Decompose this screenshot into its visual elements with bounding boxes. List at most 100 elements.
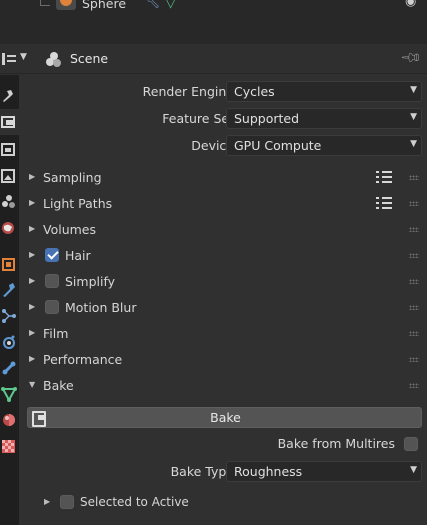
panel-title-sampling: Sampling bbox=[43, 170, 102, 185]
drag-handle-icon[interactable] bbox=[409, 175, 419, 180]
feature-set-dropdown[interactable]: Supported ▼ bbox=[226, 108, 422, 129]
disclosure-triangle-icon: ▶ bbox=[29, 224, 36, 233]
drag-handle-icon[interactable] bbox=[409, 383, 419, 388]
render-icon bbox=[1, 114, 15, 128]
drag-handle-icon[interactable] bbox=[409, 357, 419, 362]
feature-set-value: Supported bbox=[234, 111, 300, 126]
tab-view-layer[interactable] bbox=[0, 163, 19, 189]
properties-editor-icon bbox=[2, 53, 16, 65]
bake-from-multires-checkbox[interactable] bbox=[404, 437, 418, 451]
panel-title-film: Film bbox=[43, 326, 69, 341]
object-icon bbox=[1, 256, 15, 271]
constraints-icon bbox=[1, 360, 16, 375]
tab-render[interactable] bbox=[0, 109, 20, 135]
tab-output[interactable] bbox=[0, 137, 19, 163]
panel-volumes[interactable]: ▶ Volumes bbox=[19, 217, 427, 243]
panel-film[interactable]: ▶ Film bbox=[19, 321, 427, 347]
chevron-down-icon: ▼ bbox=[410, 465, 417, 475]
render-engine-dropdown[interactable]: Cycles ▼ bbox=[226, 81, 422, 102]
bake-button[interactable]: Bake bbox=[27, 407, 422, 428]
tab-texture[interactable] bbox=[0, 433, 19, 459]
device-row: Device GPU Compute ▼ bbox=[19, 135, 427, 157]
properties-header: ▼ Scene 📌︎ bbox=[0, 44, 427, 74]
panel-motion-blur[interactable]: ▶ Motion Blur bbox=[19, 295, 427, 321]
subpanel-selected-to-active[interactable]: ▶ Selected to Active bbox=[19, 493, 427, 515]
tab-tool[interactable] bbox=[0, 83, 19, 109]
panel-title-hair: Hair bbox=[65, 248, 91, 263]
feature-set-row: Feature Set Supported ▼ bbox=[19, 108, 427, 130]
bake-type-label: Bake Type bbox=[170, 464, 234, 479]
tree-connector bbox=[40, 0, 50, 6]
panel-bake[interactable]: ▼ Bake bbox=[19, 373, 427, 399]
panel-hair[interactable]: ▶ Hair bbox=[19, 243, 427, 269]
outliner-object-name[interactable]: Sphere bbox=[82, 0, 126, 11]
drag-handle-icon[interactable] bbox=[409, 305, 419, 310]
motion-blur-checkbox[interactable] bbox=[45, 300, 59, 314]
world-icon bbox=[1, 220, 15, 234]
chevron-down-icon: ▼ bbox=[410, 112, 417, 122]
render-engine-value: Cycles bbox=[234, 84, 275, 99]
device-value: GPU Compute bbox=[234, 138, 322, 153]
drag-handle-icon[interactable] bbox=[409, 279, 419, 284]
properties-tab-bar bbox=[0, 75, 20, 525]
tab-physics[interactable] bbox=[0, 329, 19, 355]
mesh-data-icon[interactable]: ▽ bbox=[166, 0, 180, 10]
disclosure-triangle-icon: ▶ bbox=[29, 276, 36, 285]
drag-handle-icon[interactable] bbox=[409, 201, 419, 206]
tab-object[interactable] bbox=[0, 251, 19, 277]
disclosure-triangle-icon: ▶ bbox=[44, 497, 51, 506]
material-icon bbox=[1, 412, 15, 426]
disclosure-triangle-icon: ▶ bbox=[29, 198, 36, 207]
bake-from-multires-row: Bake from Multires bbox=[19, 433, 427, 455]
context-title: Scene bbox=[70, 51, 109, 66]
selected-to-active-label: Selected to Active bbox=[80, 495, 189, 509]
render-engine-label: Render Engine bbox=[142, 84, 234, 99]
modifier-icon[interactable]: 🔧︎ bbox=[146, 0, 160, 9]
feature-set-label: Feature Set bbox=[162, 111, 234, 126]
tab-material[interactable] bbox=[0, 407, 19, 433]
tab-data[interactable] bbox=[0, 381, 19, 407]
mesh-data-icon bbox=[1, 386, 17, 403]
chevron-down-icon: ▼ bbox=[410, 85, 417, 95]
eye-icon[interactable]: ◉ bbox=[405, 0, 421, 9]
hair-checkbox[interactable] bbox=[45, 248, 59, 262]
selected-to-active-checkbox[interactable] bbox=[60, 495, 74, 509]
bake-type-dropdown[interactable]: Roughness ▼ bbox=[226, 461, 422, 482]
simplify-checkbox[interactable] bbox=[45, 274, 59, 288]
tab-constraints[interactable] bbox=[0, 355, 19, 381]
chevron-down-icon: ▼ bbox=[20, 52, 27, 62]
bake-type-row: Bake Type Roughness ▼ bbox=[19, 461, 427, 483]
tool-icon bbox=[1, 88, 15, 102]
disclosure-triangle-icon: ▶ bbox=[29, 302, 36, 311]
panel-light-paths[interactable]: ▶ Light Paths bbox=[19, 191, 427, 217]
pin-icon[interactable]: 📌︎ bbox=[399, 46, 423, 70]
panel-simplify[interactable]: ▶ Simplify bbox=[19, 269, 427, 295]
panel-title-performance: Performance bbox=[43, 352, 123, 367]
device-dropdown[interactable]: GPU Compute ▼ bbox=[226, 135, 422, 156]
particles-icon bbox=[1, 308, 16, 323]
panel-performance[interactable]: ▶ Performance bbox=[19, 347, 427, 373]
panel-sampling[interactable]: ▶ Sampling bbox=[19, 165, 427, 191]
disclosure-triangle-icon: ▶ bbox=[29, 250, 36, 259]
bake-button-label: Bake bbox=[210, 410, 241, 425]
editor-type-button[interactable]: ▼ bbox=[2, 50, 30, 68]
disclosure-triangle-icon: ▶ bbox=[29, 172, 36, 181]
output-icon bbox=[1, 142, 15, 156]
presets-icon[interactable] bbox=[376, 171, 392, 185]
drag-handle-icon[interactable] bbox=[409, 331, 419, 336]
panel-title-light-paths: Light Paths bbox=[43, 196, 113, 211]
drag-handle-icon[interactable] bbox=[409, 253, 419, 258]
tab-scene[interactable] bbox=[0, 189, 19, 215]
outliner-strip: Sphere 🔧︎ ▽ ◉ bbox=[0, 0, 427, 44]
tab-modifiers[interactable] bbox=[0, 277, 19, 303]
render-engine-row: Render Engine Cycles ▼ bbox=[19, 81, 427, 103]
tab-particles[interactable] bbox=[0, 303, 19, 329]
tab-world[interactable] bbox=[0, 215, 19, 241]
presets-icon[interactable] bbox=[376, 197, 392, 211]
wrench-icon bbox=[1, 282, 15, 297]
panel-title-motion-blur: Motion Blur bbox=[65, 300, 137, 315]
chevron-down-icon: ▼ bbox=[410, 139, 417, 149]
disclosure-triangle-open-icon: ▼ bbox=[29, 380, 36, 389]
drag-handle-icon[interactable] bbox=[409, 227, 419, 232]
object-icon[interactable] bbox=[56, 0, 76, 10]
